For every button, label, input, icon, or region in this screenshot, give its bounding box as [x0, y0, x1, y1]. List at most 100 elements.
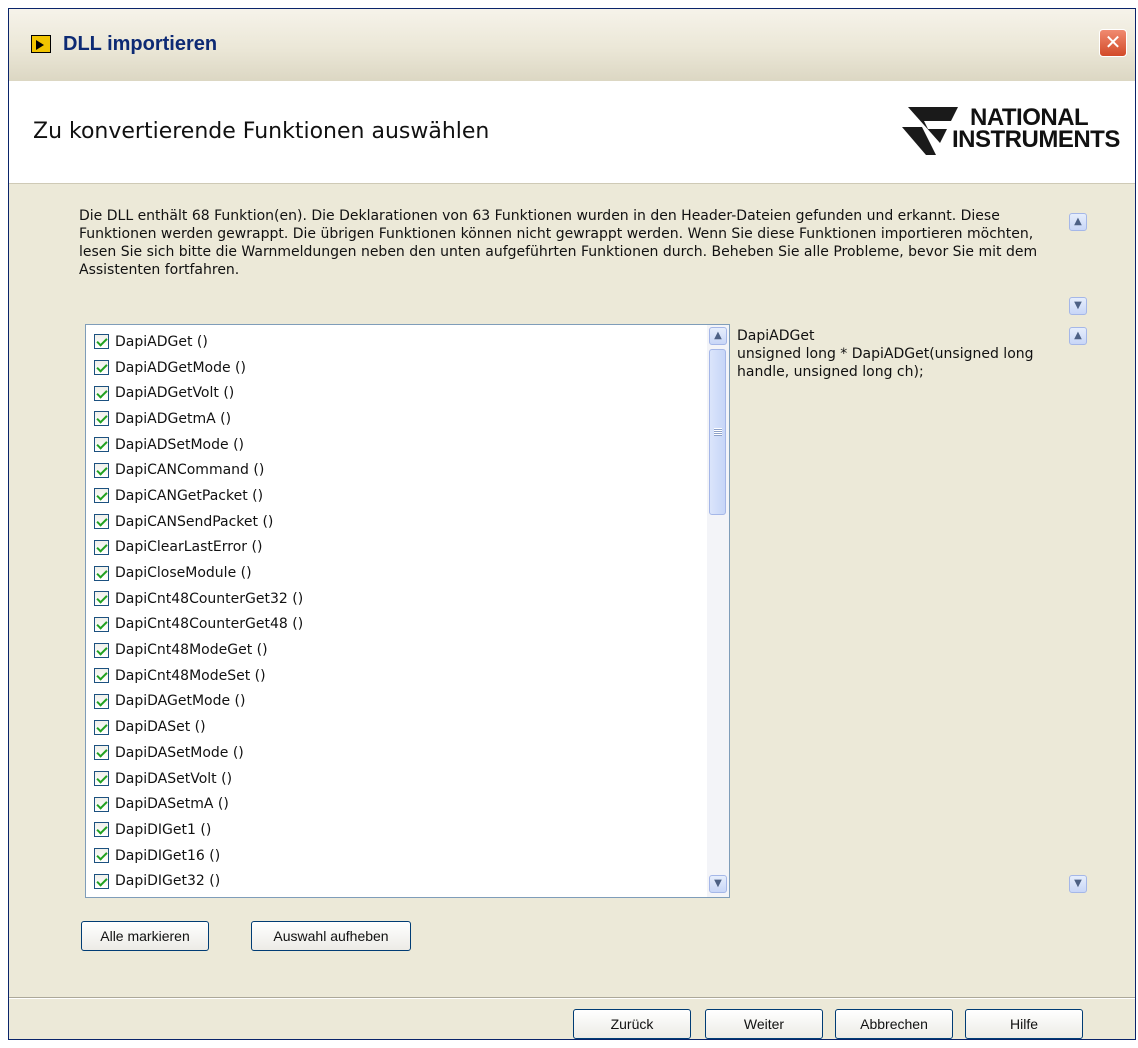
function-list-item[interactable]: DapiDASet (): [94, 714, 694, 740]
checked-checkbox-icon[interactable]: [94, 437, 109, 453]
detail-scrollbar[interactable]: ▲ ▼: [1069, 323, 1089, 899]
function-list-item[interactable]: DapiCANGetPacket (): [94, 483, 694, 509]
checked-checkbox-icon[interactable]: [94, 385, 109, 401]
deselect-all-button[interactable]: Auswahl aufheben: [251, 921, 411, 951]
ni-logo-line2: INSTRUMENTS: [952, 126, 1120, 153]
checked-checkbox-icon[interactable]: [94, 539, 109, 555]
intro-scroll-down-button[interactable]: ▼: [1069, 297, 1087, 315]
checked-checkbox-icon[interactable]: [94, 745, 109, 761]
function-list-item[interactable]: DapiADGetVolt (): [94, 380, 694, 406]
list-scroll-thumb[interactable]: [709, 349, 726, 515]
function-name-label: DapiDIGet32 (): [115, 873, 221, 890]
ni-logo-text: NATIONAL INSTRUMENTS: [952, 106, 1120, 153]
scroll-grip-icon: [714, 428, 722, 436]
checked-checkbox-icon[interactable]: [94, 719, 109, 735]
function-name-label: DapiADGetVolt (): [115, 385, 235, 402]
function-list-item[interactable]: DapiCnt48CounterGet32 (): [94, 586, 694, 612]
checked-checkbox-icon[interactable]: [94, 411, 109, 427]
function-detail-signature: unsigned long * DapiADGet(unsigned long …: [737, 346, 1034, 380]
function-name-label: DapiCANGetPacket (): [115, 487, 264, 504]
labview-app-icon: [31, 35, 51, 53]
intro-text: Die DLL enthält 68 Funktion(en). Die Dek…: [79, 208, 1038, 278]
intro-scrollbar[interactable]: ▲ ▼: [1069, 209, 1089, 321]
dll-import-dialog: DLL importieren ✕ Zu konvertierende Funk…: [8, 8, 1136, 1040]
function-detail: DapiADGet unsigned long * DapiADGet(unsi…: [737, 327, 1062, 381]
checked-checkbox-icon[interactable]: [94, 591, 109, 607]
detail-scroll-up-button[interactable]: ▲: [1069, 327, 1087, 345]
function-list-item[interactable]: DapiDIGet32 (): [94, 868, 694, 894]
function-name-label: DapiDIGet16 (): [115, 847, 221, 864]
function-detail-name: DapiADGet: [737, 328, 815, 344]
function-name-label: DapiADSetMode (): [115, 436, 245, 453]
help-button[interactable]: Hilfe: [965, 1009, 1083, 1039]
function-list-item[interactable]: DapiCANCommand (): [94, 457, 694, 483]
function-list-item[interactable]: DapiCnt48ModeSet (): [94, 663, 694, 689]
detail-scroll-down-button[interactable]: ▼: [1069, 875, 1087, 893]
function-list-item[interactable]: DapiDIGet64 (): [94, 894, 694, 897]
checked-checkbox-icon[interactable]: [94, 771, 109, 787]
list-scroll-down-button[interactable]: ▼: [709, 875, 727, 893]
function-name-label: DapiDASetmA (): [115, 796, 229, 813]
checked-checkbox-icon[interactable]: [94, 796, 109, 812]
checked-checkbox-icon[interactable]: [94, 565, 109, 581]
title-bar[interactable]: DLL importieren ✕: [9, 9, 1135, 82]
checked-checkbox-icon[interactable]: [94, 360, 109, 376]
checked-checkbox-icon[interactable]: [94, 873, 109, 889]
function-list-item[interactable]: DapiADGetMode (): [94, 355, 694, 381]
cancel-button[interactable]: Abbrechen: [835, 1009, 953, 1039]
checked-checkbox-icon[interactable]: [94, 642, 109, 658]
function-name-label: DapiDASetVolt (): [115, 770, 233, 787]
checked-checkbox-icon[interactable]: [94, 488, 109, 504]
page-title: Zu konvertierende Funktionen auswählen: [33, 119, 490, 144]
function-name-label: DapiADGet (): [115, 333, 208, 350]
function-list-item[interactable]: DapiDIGet16 (): [94, 843, 694, 869]
function-name-label: DapiCloseModule (): [115, 565, 252, 582]
function-list-items: DapiADGet () DapiADGetMode () DapiADGetVol…: [94, 329, 694, 897]
function-name-label: DapiADGetMode (): [115, 359, 246, 376]
checked-checkbox-icon[interactable]: [94, 616, 109, 632]
function-list-item[interactable]: DapiDASetVolt (): [94, 766, 694, 792]
checked-checkbox-icon[interactable]: [94, 668, 109, 684]
function-list-item[interactable]: DapiDAGetMode (): [94, 689, 694, 715]
function-name-label: DapiADGetmA (): [115, 410, 232, 427]
function-list-item[interactable]: DapiCnt48CounterGet48 (): [94, 612, 694, 638]
function-list[interactable]: DapiADGet () DapiADGetMode () DapiADGetVol…: [85, 324, 730, 898]
function-name-label: DapiDASetMode (): [115, 744, 244, 761]
function-name-label: DapiCnt48ModeSet (): [115, 667, 266, 684]
function-name-label: DapiDAGetMode (): [115, 693, 246, 710]
function-list-item[interactable]: DapiCloseModule (): [94, 560, 694, 586]
checked-checkbox-icon[interactable]: [94, 514, 109, 530]
wizard-header: Zu konvertierende Funktionen auswählen N…: [9, 81, 1135, 184]
function-list-item[interactable]: DapiDASetMode (): [94, 740, 694, 766]
select-all-button[interactable]: Alle markieren: [81, 921, 209, 951]
function-list-item[interactable]: DapiDASetmA (): [94, 791, 694, 817]
back-button[interactable]: Zurück: [573, 1009, 691, 1039]
function-name-label: DapiCANSendPacket (): [115, 513, 274, 530]
function-list-item[interactable]: DapiADSetMode (): [94, 432, 694, 458]
function-name-label: DapiCnt48CounterGet32 (): [115, 590, 304, 607]
function-name-label: DapiDIGet1 (): [115, 821, 212, 838]
function-list-item[interactable]: DapiADGetmA (): [94, 406, 694, 432]
close-button[interactable]: ✕: [1099, 29, 1127, 57]
intro-scroll-up-button[interactable]: ▲: [1069, 213, 1087, 231]
function-list-item[interactable]: DapiADGet (): [94, 329, 694, 355]
checked-checkbox-icon[interactable]: [94, 822, 109, 838]
checked-checkbox-icon[interactable]: [94, 334, 109, 350]
function-name-label: DapiDASet (): [115, 719, 206, 736]
function-list-item[interactable]: DapiClearLastError (): [94, 535, 694, 561]
checked-checkbox-icon[interactable]: [94, 848, 109, 864]
function-list-item[interactable]: DapiDIGet1 (): [94, 817, 694, 843]
function-name-label: DapiCANCommand (): [115, 462, 265, 479]
function-list-scrollbar[interactable]: ▲ ▼: [707, 325, 729, 897]
window-title: DLL importieren: [63, 33, 218, 55]
function-name-label: DapiClearLastError (): [115, 539, 263, 556]
checked-checkbox-icon[interactable]: [94, 462, 109, 478]
list-scroll-up-button[interactable]: ▲: [709, 327, 727, 345]
function-list-item[interactable]: DapiCANSendPacket (): [94, 509, 694, 535]
function-name-label: DapiCnt48CounterGet48 (): [115, 616, 304, 633]
footer-separator: [9, 997, 1135, 999]
checked-checkbox-icon[interactable]: [94, 693, 109, 709]
next-button[interactable]: Weiter: [705, 1009, 823, 1039]
function-list-item[interactable]: DapiCnt48ModeGet (): [94, 637, 694, 663]
function-name-label: DapiCnt48ModeGet (): [115, 642, 268, 659]
